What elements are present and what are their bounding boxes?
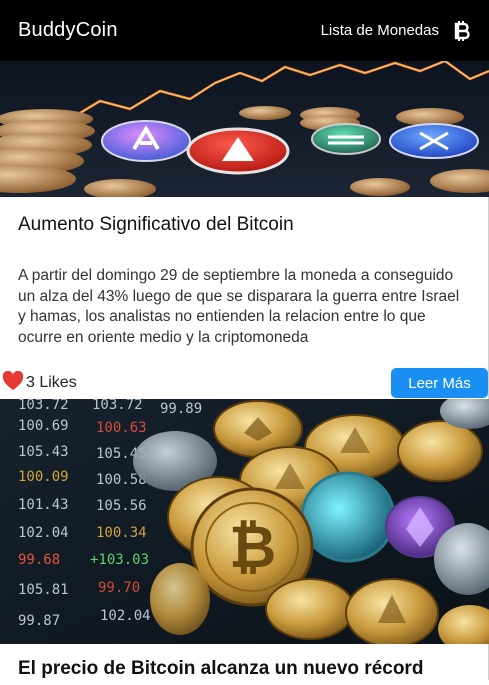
read-more-button[interactable]: Leer Más	[391, 368, 488, 398]
ticker-right-8: 102.04	[100, 608, 151, 624]
post-title[interactable]: Aumento Significativo del Bitcoin	[18, 197, 470, 237]
ticker-faded: 99.89	[160, 401, 202, 417]
ticker-right-5: 100.34	[96, 525, 147, 541]
ticker-right-1: 100.63	[96, 420, 147, 436]
bitcoin-icon[interactable]	[453, 20, 471, 42]
top-navbar: BuddyCoin Lista de Monedas	[0, 0, 489, 61]
heart-icon[interactable]	[2, 370, 24, 396]
ticker-left-0: 103.72	[18, 399, 69, 413]
post-text: A partir del domingo 29 de septiembre la…	[18, 267, 460, 346]
news-feed: Aumento Significativo del Bitcoin A part…	[0, 61, 489, 680]
crypto-coins-image: 103.72 100.69 105.43 100.09 101.43 102.0…	[0, 399, 489, 644]
brand-logo-text[interactable]: BuddyCoin	[18, 19, 118, 42]
likes-label: 3 Likes	[26, 374, 77, 391]
ticker-right-0: 103.72	[92, 399, 143, 413]
news-card: 103.72 100.69 105.43 100.09 101.43 102.0…	[0, 399, 489, 680]
ticker-right-4: 105.56	[96, 498, 147, 514]
coins-chart-image	[0, 61, 489, 197]
ticker-right-6: +103.03	[90, 552, 149, 568]
ticker-left-1: 100.69	[18, 418, 69, 434]
nav-right: Lista de Monedas	[321, 20, 471, 42]
coin-list-link[interactable]: Lista de Monedas	[321, 22, 439, 39]
ticker-left-4: 101.43	[18, 497, 69, 513]
card-body: Aumento Significativo del Bitcoin A part…	[0, 197, 488, 348]
ticker-left-5: 102.04	[18, 525, 69, 541]
svg-text:₿: ₿	[229, 513, 276, 581]
card-footer: 3 Likes Leer Más	[0, 367, 488, 399]
news-card: Aumento Significativo del Bitcoin A part…	[0, 61, 489, 399]
ticker-left-2: 105.43	[18, 444, 69, 460]
ticker-left-7: 105.81	[18, 582, 69, 598]
ticker-left-8: 99.87	[18, 613, 60, 629]
ticker-left-3: 100.09	[18, 469, 69, 485]
likes-counter[interactable]: 3 Likes	[2, 370, 77, 396]
post-title[interactable]: El precio de Bitcoin alcanza un nuevo ré…	[0, 644, 488, 680]
ticker-right-7: 99.70	[98, 580, 140, 596]
ticker-left-6: 99.68	[18, 552, 60, 568]
